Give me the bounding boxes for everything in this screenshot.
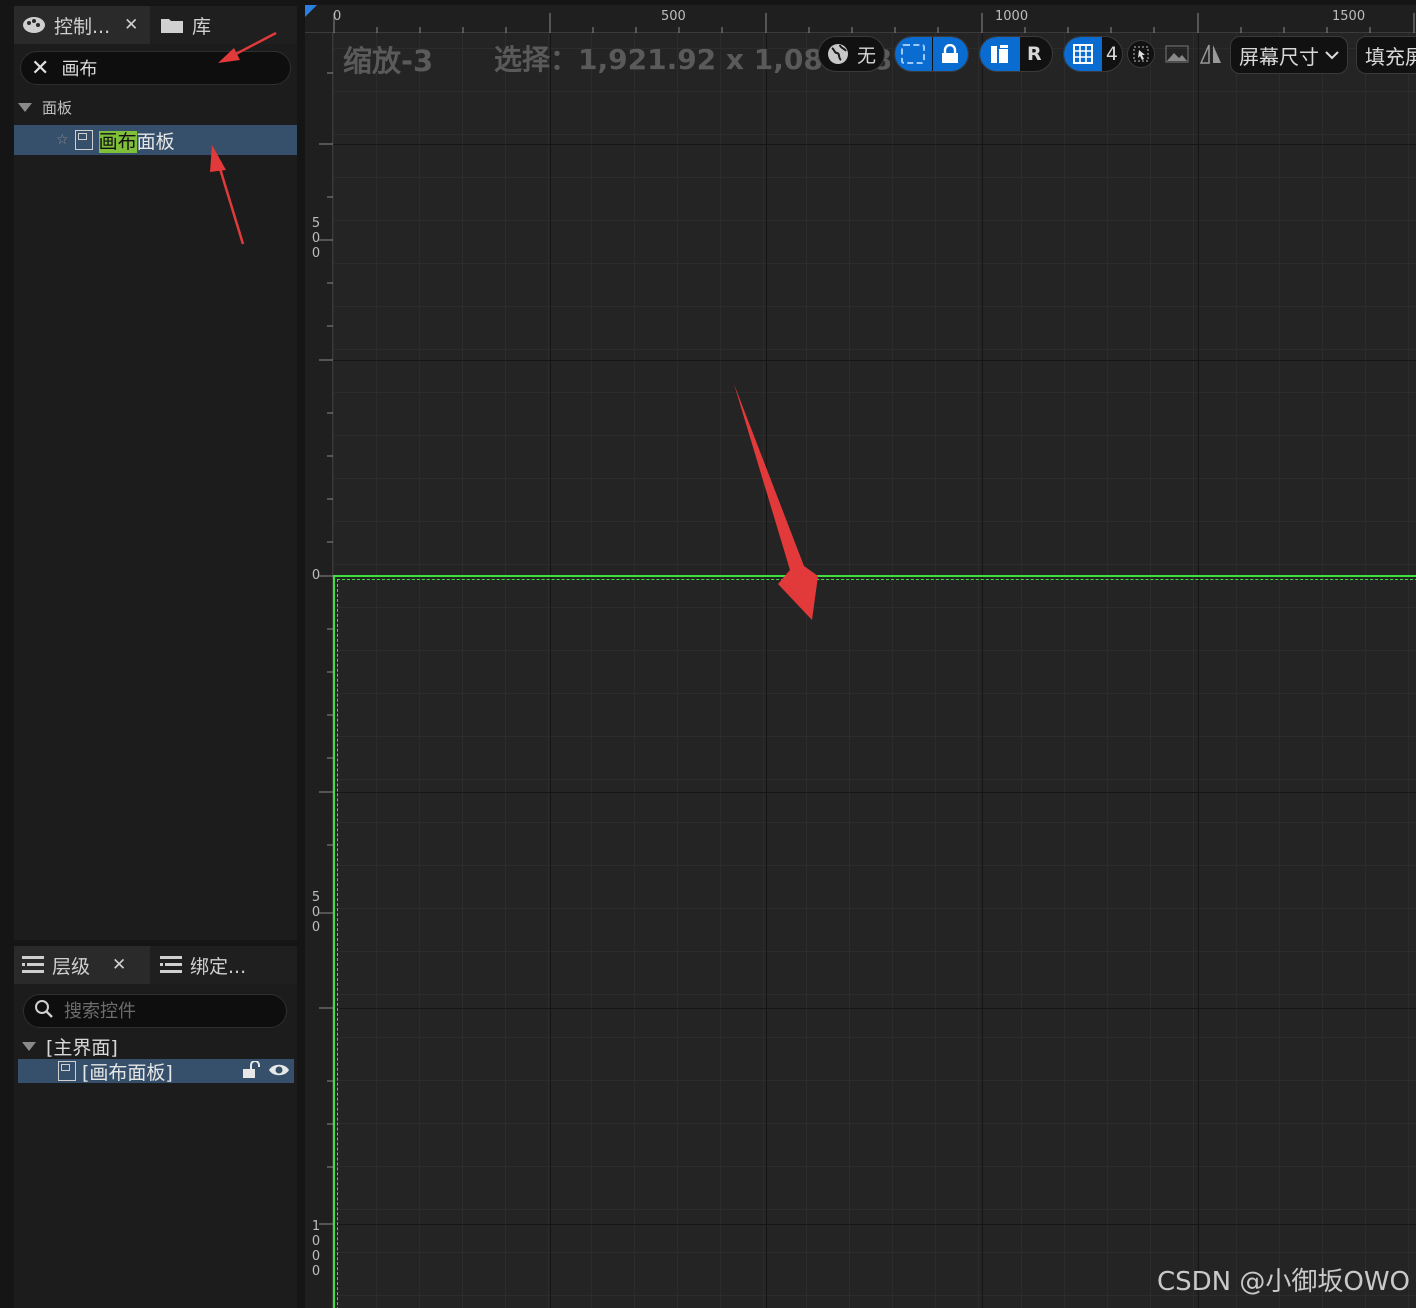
list-icon bbox=[22, 955, 44, 975]
tab-bindings[interactable]: 绑定... bbox=[160, 946, 297, 984]
visibility-eye-icon[interactable] bbox=[268, 1062, 290, 1082]
screen-size-label: 屏幕尺寸 bbox=[1239, 44, 1319, 69]
tree-item-canvas-panel[interactable]: [画布面板] bbox=[18, 1059, 294, 1084]
palette-item-canvas-panel[interactable]: ☆ 画布面板 bbox=[14, 125, 297, 155]
tab-palette[interactable]: 控制... ✕ bbox=[14, 6, 150, 44]
search-icon bbox=[34, 999, 54, 1024]
image-preview-icon[interactable] bbox=[1162, 40, 1192, 68]
tab-hierarchy-label: 层级 bbox=[52, 955, 91, 978]
left-panel: 控制... ✕ 库 ✕ 面板 ☆ 画布面板 bbox=[0, 0, 300, 1308]
canvas-panel-outline[interactable] bbox=[333, 575, 1416, 1308]
respect-locks-group[interactable]: R bbox=[979, 36, 1053, 72]
ruler-label: 1 0 0 0 bbox=[311, 1219, 321, 1279]
ruler-label: 1000 bbox=[995, 9, 1029, 24]
collapse-triangle-icon[interactable] bbox=[18, 102, 32, 112]
tab-library-label: 库 bbox=[192, 15, 212, 38]
zoom-level-text: 缩放-3 bbox=[343, 44, 434, 78]
snap-icon[interactable] bbox=[980, 37, 1020, 71]
hierarchy-tabbar: 层级 ✕ 绑定... bbox=[14, 946, 297, 984]
tab-palette-label: 控制... bbox=[54, 15, 111, 38]
palette-panel: ✕ 面板 ☆ 画布面板 bbox=[14, 44, 297, 940]
ruler-label: 1500 bbox=[1332, 9, 1366, 24]
grid-line bbox=[333, 360, 1416, 361]
palette-tabbar: 控制... ✕ 库 bbox=[14, 6, 297, 44]
palette-search-input[interactable] bbox=[59, 56, 260, 80]
hierarchy-search[interactable] bbox=[23, 994, 287, 1028]
search-highlight: 画布 bbox=[98, 130, 137, 153]
widget-icon bbox=[58, 1061, 76, 1081]
watermark: CSDN @小御坂OWO bbox=[1156, 1267, 1410, 1297]
category-label: 面板 bbox=[42, 98, 73, 117]
folder-icon bbox=[160, 16, 184, 34]
ruler-label: 0 bbox=[311, 568, 321, 583]
hierarchy-panel: [主界面] [画布面板] bbox=[14, 984, 297, 1308]
grid-snap-group[interactable]: 4 bbox=[1063, 36, 1123, 72]
palette-search[interactable]: ✕ bbox=[20, 51, 291, 85]
palette-item-label: 面板 bbox=[136, 130, 175, 153]
collapse-triangle-icon[interactable] bbox=[22, 1041, 36, 1051]
palette-icon bbox=[22, 15, 46, 35]
grid-size-label: 4 bbox=[1105, 43, 1118, 65]
world-space-label: 无 bbox=[857, 44, 877, 67]
lock-icon[interactable] bbox=[931, 37, 968, 71]
ruler-label: 5 0 0 bbox=[311, 216, 321, 261]
grid-icon[interactable] bbox=[1064, 37, 1102, 71]
grid-line bbox=[333, 144, 1416, 145]
tree-root[interactable]: [主界面] bbox=[22, 1035, 118, 1059]
close-icon[interactable]: ✕ bbox=[124, 15, 138, 35]
marquee-lock-group[interactable] bbox=[894, 36, 969, 72]
clear-search-icon[interactable]: ✕ bbox=[31, 56, 49, 81]
designer-viewport[interactable]: 0 500 1000 1500 5 0 0 0 5 0 0 1 0 0 0 bbox=[305, 5, 1416, 1308]
tab-library[interactable]: 库 bbox=[160, 6, 297, 44]
ruler-top[interactable]: 0 500 1000 1500 bbox=[305, 5, 1416, 33]
ruler-label: 500 bbox=[661, 9, 686, 24]
mirror-icon[interactable] bbox=[1196, 40, 1226, 68]
unlock-icon[interactable] bbox=[242, 1060, 262, 1083]
marquee-select-icon[interactable] bbox=[895, 37, 932, 71]
tab-bindings-label: 绑定... bbox=[190, 955, 247, 978]
category-panel[interactable]: 面板 bbox=[18, 97, 72, 117]
tree-root-label: [主界面] bbox=[46, 1036, 118, 1059]
tree-item-label: [画布面板] bbox=[82, 1061, 173, 1084]
r-label: R bbox=[1027, 43, 1042, 65]
ruler-label: 0 bbox=[333, 9, 342, 24]
world-space-toggle[interactable]: 无 bbox=[818, 36, 885, 72]
ruler-label: 5 0 0 bbox=[311, 890, 321, 935]
select-cursor-icon[interactable] bbox=[1127, 40, 1155, 68]
widget-icon bbox=[74, 130, 93, 150]
globe-icon bbox=[826, 42, 850, 66]
list-icon bbox=[160, 955, 182, 975]
tab-hierarchy[interactable]: 层级 ✕ bbox=[14, 946, 150, 984]
favorite-star-icon[interactable]: ☆ bbox=[56, 132, 69, 148]
fill-screen-dropdown[interactable]: 填充屏 bbox=[1356, 36, 1416, 74]
close-icon[interactable]: ✕ bbox=[112, 955, 126, 975]
fill-screen-label: 填充屏 bbox=[1365, 44, 1416, 69]
hierarchy-search-input[interactable] bbox=[62, 999, 262, 1023]
ruler-left[interactable]: 5 0 0 0 5 0 0 1 0 0 0 bbox=[305, 33, 333, 1308]
chevron-down-icon bbox=[1325, 50, 1339, 60]
screen-size-dropdown[interactable]: 屏幕尺寸 bbox=[1230, 36, 1348, 74]
